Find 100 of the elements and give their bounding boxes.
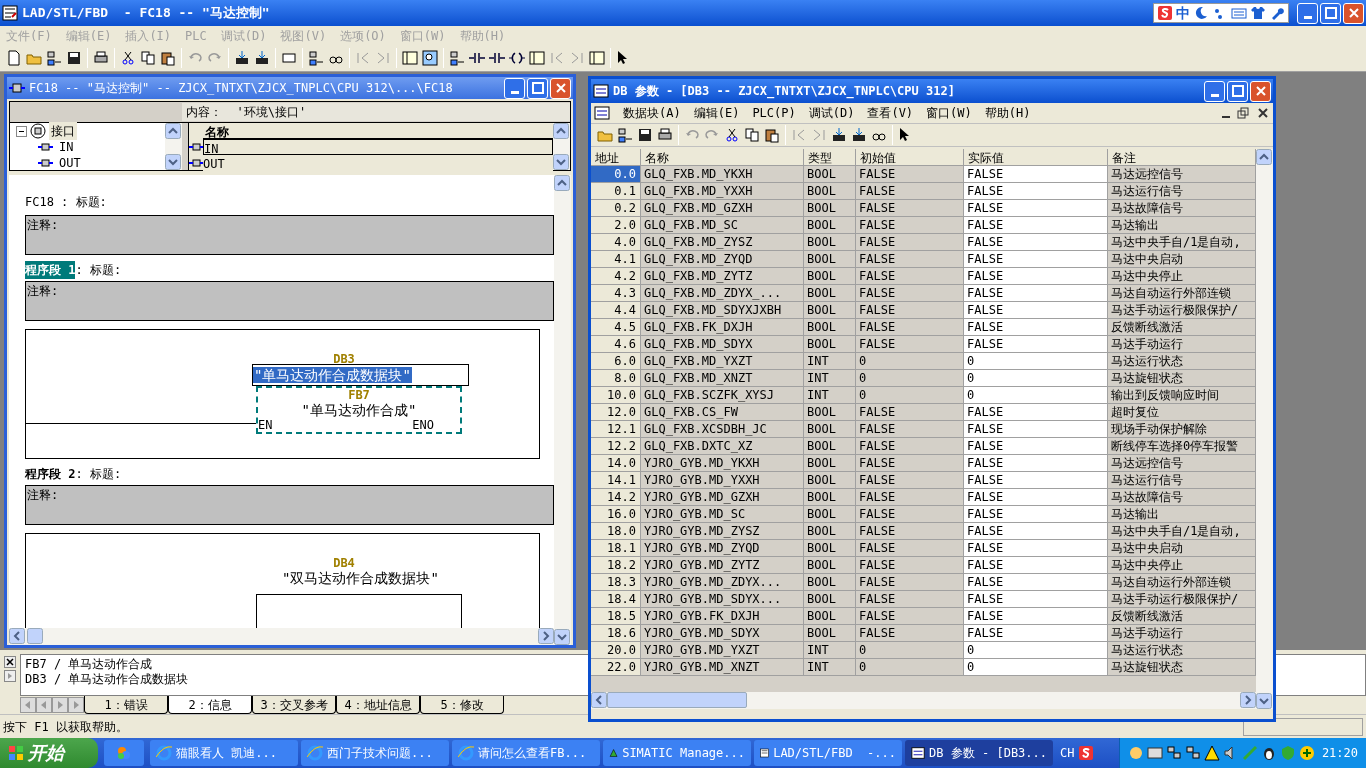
input-mode[interactable]: 中: [1176, 2, 1190, 24]
panel-icon[interactable]: [402, 50, 418, 66]
taskbar-button[interactable]: DB 参数 - [DB3...: [905, 740, 1053, 766]
license-icon[interactable]: [1146, 745, 1163, 761]
network-icon[interactable]: [1165, 745, 1182, 761]
cut-icon[interactable]: [724, 127, 740, 143]
menu-item[interactable]: 数据块(A): [623, 104, 681, 122]
minimize-button[interactable]: [1204, 80, 1225, 102]
table-cell[interactable]: 10.0: [591, 387, 641, 404]
menu-item[interactable]: 编辑(E): [693, 104, 740, 122]
new-file-icon[interactable]: [6, 50, 22, 66]
close-icon[interactable]: [4, 656, 16, 668]
table-cell[interactable]: 18.0: [591, 523, 641, 540]
vertical-scrollbar[interactable]: [1256, 149, 1273, 709]
network-icon[interactable]: [1184, 745, 1201, 761]
taskbar-button[interactable]: 猫眼看人 凯迪...: [150, 740, 298, 766]
scroll-thumb-icon[interactable]: [27, 628, 43, 644]
tree-item[interactable]: IN: [57, 138, 76, 156]
table-cell[interactable]: 4.6: [591, 336, 641, 353]
comment-field[interactable]: 注释:: [25, 281, 554, 321]
menu-item[interactable]: 调试(D): [808, 104, 855, 122]
tab[interactable]: 1：错误: [84, 696, 168, 714]
interface-row[interactable]: IN: [203, 139, 553, 155]
save-icon[interactable]: [637, 127, 653, 143]
restore-icon[interactable]: [1236, 106, 1250, 120]
coil-icon[interactable]: [509, 50, 525, 66]
comment-field[interactable]: 注释:: [25, 485, 554, 525]
close-button[interactable]: [550, 77, 571, 99]
taskbar-button[interactable]: SIMATIC Manage...: [603, 740, 751, 766]
horizontal-scrollbar[interactable]: [591, 692, 1256, 709]
zoom-icon[interactable]: [422, 50, 438, 66]
table-cell[interactable]: 20.0: [591, 642, 641, 659]
column-header[interactable]: 备注: [1108, 149, 1256, 166]
table-cell[interactable]: 18.6: [591, 625, 641, 642]
tree-item[interactable]: 接口: [49, 122, 77, 140]
taskbar-button[interactable]: 西门子技术问题...: [301, 740, 449, 766]
network-icon[interactable]: [617, 127, 633, 143]
cut-icon[interactable]: [120, 50, 136, 66]
db-name-field[interactable]: "单马达动作合成数据块": [252, 364, 469, 386]
maximize-button[interactable]: [1320, 2, 1341, 24]
table-cell[interactable]: 18.1: [591, 540, 641, 557]
language-indicator[interactable]: CH: [1060, 744, 1075, 762]
minimize-button[interactable]: [504, 77, 525, 99]
table-cell[interactable]: 4.2: [591, 268, 641, 285]
copy-icon[interactable]: [744, 127, 760, 143]
table-cell[interactable]: 0.0: [591, 166, 641, 183]
function-block[interactable]: FB7 "单马达动作合成" EN ENO: [256, 386, 462, 434]
tab[interactable]: 3：交叉参考: [252, 696, 336, 714]
table-cell[interactable]: 6.0: [591, 353, 641, 370]
column-header[interactable]: 类型: [804, 149, 856, 166]
table-cell[interactable]: 14.1: [591, 472, 641, 489]
table-cell[interactable]: 0.1: [591, 183, 641, 200]
panel-icon[interactable]: [529, 50, 545, 66]
horizontal-scrollbar[interactable]: [9, 628, 554, 645]
contact-icon[interactable]: [469, 50, 485, 66]
table-cell[interactable]: 18.5: [591, 608, 641, 625]
plus-icon[interactable]: [1298, 745, 1315, 761]
table-cell[interactable]: 18.2: [591, 557, 641, 574]
vertical-scrollbar[interactable]: [165, 123, 182, 170]
shirt-icon[interactable]: [1250, 5, 1266, 21]
download-icon[interactable]: [851, 127, 867, 143]
start-button[interactable]: 开始: [0, 738, 98, 768]
table-cell[interactable]: 2.0: [591, 217, 641, 234]
table-cell[interactable]: 4.1: [591, 251, 641, 268]
column-header[interactable]: 地址: [591, 149, 641, 166]
network-icon[interactable]: [46, 50, 62, 66]
vertical-scrollbar[interactable]: [553, 123, 570, 170]
save-icon[interactable]: [66, 50, 82, 66]
vertical-scrollbar[interactable]: [554, 175, 571, 645]
tab[interactable]: 4：地址信息: [336, 696, 420, 714]
copy-icon[interactable]: [140, 50, 156, 66]
network-label[interactable]: 程序段 2: [25, 465, 76, 483]
network-icon[interactable]: [308, 50, 324, 66]
minimize-button[interactable]: [1297, 2, 1318, 24]
close-button[interactable]: [1250, 80, 1271, 102]
warning-icon[interactable]: [1203, 745, 1220, 761]
table-cell[interactable]: 14.2: [591, 489, 641, 506]
menu-item[interactable]: 窗口(W): [926, 104, 972, 122]
printer-icon[interactable]: [93, 50, 109, 66]
taskbar-button[interactable]: 请问怎么查看FB...: [452, 740, 600, 766]
column-header[interactable]: 初始值: [856, 149, 964, 166]
scroll-thumb[interactable]: [607, 692, 747, 708]
column-header[interactable]: 实际值: [964, 149, 1108, 166]
paste-icon[interactable]: [160, 50, 176, 66]
table-cell[interactable]: 12.0: [591, 404, 641, 421]
panel-icon[interactable]: [589, 50, 605, 66]
table-cell[interactable]: 18.3: [591, 574, 641, 591]
maximize-button[interactable]: [1227, 80, 1248, 102]
table-cell[interactable]: 14.0: [591, 455, 641, 472]
table-cell[interactable]: 0.2: [591, 200, 641, 217]
contact-icon[interactable]: [489, 50, 505, 66]
column-header[interactable]: 名称: [641, 149, 804, 166]
moon-icon[interactable]: [1193, 5, 1209, 21]
menu-item[interactable]: 查看(V): [867, 104, 914, 122]
maximize-button[interactable]: [527, 77, 548, 99]
tab[interactable]: 2：信息: [168, 696, 252, 714]
menu-item[interactable]: 帮助(H): [984, 104, 1031, 122]
collapse-icon[interactable]: [16, 125, 27, 137]
table-cell[interactable]: 22.0: [591, 659, 641, 676]
download-icon[interactable]: [234, 50, 250, 66]
